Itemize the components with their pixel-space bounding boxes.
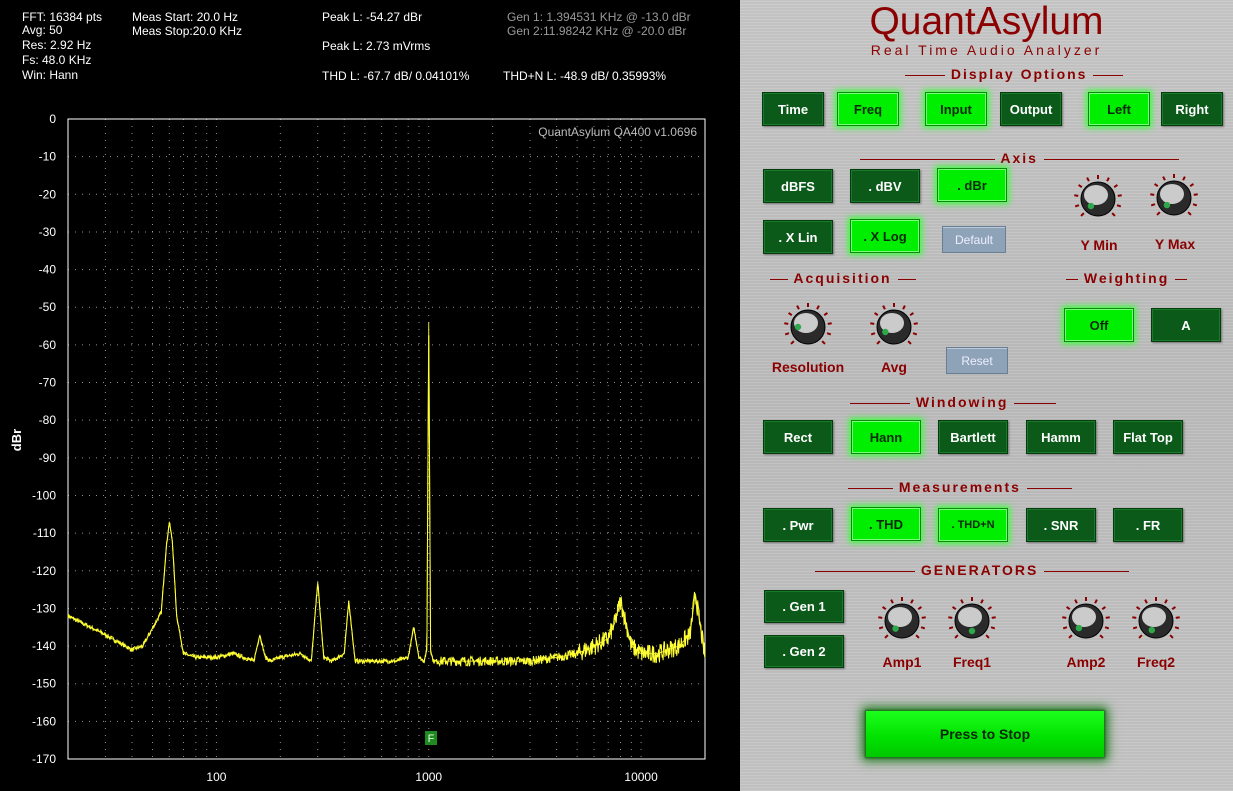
- y-min-label: Y Min: [1080, 237, 1118, 253]
- y-tick-label: -70: [39, 376, 57, 390]
- reset-button[interactable]: Reset: [946, 347, 1008, 374]
- freq2-knob[interactable]: [1132, 597, 1180, 645]
- freq1-knob[interactable]: [948, 597, 996, 645]
- y-tick-label: -120: [32, 564, 56, 578]
- section-axis: Axis: [860, 150, 1179, 166]
- weighting-off-button[interactable]: Off: [1064, 308, 1134, 342]
- y-tick-label: -20: [39, 187, 57, 201]
- left-channel-button[interactable]: Left: [1088, 92, 1150, 126]
- section-measurements: Measurements: [848, 479, 1072, 495]
- freq-button[interactable]: Freq: [837, 92, 899, 126]
- default-button[interactable]: Default: [942, 226, 1006, 253]
- y-tick-label: -50: [39, 300, 57, 314]
- spectrum-trace: [67, 335, 706, 668]
- window-flattop-button[interactable]: Flat Top: [1113, 420, 1183, 454]
- x-log-button[interactable]: . X Log: [850, 219, 920, 253]
- y-tick-label: 0: [49, 112, 56, 126]
- control-panel: QuantAsylum Real Time Audio Analyzer Dis…: [740, 0, 1233, 791]
- y-tick-label: -140: [32, 639, 56, 653]
- section-display-options: Display Options: [905, 66, 1124, 82]
- app-title: QuantAsylum: [869, 0, 1104, 43]
- y-tick-label: -160: [32, 714, 56, 728]
- y-tick-label: -110: [33, 526, 56, 540]
- measure-thdn-button[interactable]: . THD+N: [938, 508, 1008, 542]
- section-title: Weighting: [1083, 270, 1170, 286]
- section-title: Measurements: [898, 479, 1021, 495]
- section-title: Display Options: [950, 66, 1088, 82]
- window-bartlett-button[interactable]: Bartlett: [938, 420, 1008, 454]
- input-button[interactable]: Input: [925, 92, 987, 126]
- output-button[interactable]: Output: [1000, 92, 1062, 126]
- y-tick-label: -90: [39, 451, 57, 465]
- x-tick-label: 100: [206, 770, 226, 784]
- y-axis-ticks: 0 -10 -20 -30 -40 -50 -60 -70 -80 -90 -100 -110 -120…: [32, 112, 56, 766]
- frequency-marker[interactable]: F: [425, 731, 437, 745]
- marker-label: F: [428, 733, 435, 745]
- resolution-label: Resolution: [771, 359, 845, 375]
- y-tick-label: -60: [39, 338, 57, 352]
- spectrum-plot: QuantAsylum QA400 v1.0696 0 -10 -20 -30 -40 -…: [9, 112, 706, 784]
- resolution-knob[interactable]: [784, 303, 832, 351]
- gen1-button[interactable]: . Gen 1: [764, 590, 844, 623]
- freq1-label: Freq1: [952, 654, 992, 670]
- y-tick-label: -150: [32, 677, 56, 691]
- x-tick-label: 1000: [415, 770, 442, 784]
- section-generators: GENERATORS: [815, 562, 1130, 578]
- measure-thd-button[interactable]: . THD: [851, 507, 921, 541]
- dbfs-button[interactable]: dBFS: [763, 169, 833, 203]
- amp2-label: Amp2: [1066, 654, 1106, 670]
- y-tick-label: -10: [39, 150, 57, 164]
- amp1-label: Amp1: [882, 654, 922, 670]
- right-channel-button[interactable]: Right: [1161, 92, 1223, 126]
- plot-frame: [67, 118, 706, 760]
- app-subtitle: Real Time Audio Analyzer: [870, 42, 1103, 58]
- amp2-knob[interactable]: [1062, 597, 1110, 645]
- y-tick-label: -30: [39, 225, 57, 239]
- time-button[interactable]: Time: [762, 92, 824, 126]
- section-windowing: Windowing: [850, 394, 1057, 410]
- window-rect-button[interactable]: Rect: [763, 420, 833, 454]
- weighting-a-button[interactable]: A: [1151, 308, 1221, 342]
- y-tick-label: -40: [39, 263, 57, 277]
- avg-label: Avg: [881, 359, 907, 375]
- avg-knob[interactable]: [870, 303, 918, 351]
- press-to-stop-button[interactable]: Press to Stop: [866, 711, 1104, 757]
- section-title: GENERATORS: [920, 562, 1039, 578]
- freq2-label: Freq2: [1136, 654, 1176, 670]
- x-tick-label: 10000: [624, 770, 658, 784]
- plot-watermark: QuantAsylum QA400 v1.0696: [538, 125, 697, 139]
- section-weighting: Weighting: [1066, 270, 1188, 286]
- window-hann-button[interactable]: Hann: [851, 420, 921, 454]
- spectrum-trace-peaks: [67, 322, 706, 663]
- plot-grid: [68, 119, 705, 759]
- dbr-button[interactable]: . dBr: [937, 168, 1007, 202]
- measure-pwr-button[interactable]: . Pwr: [763, 508, 833, 542]
- y-tick-label: -100: [32, 488, 56, 502]
- amp1-knob[interactable]: [878, 597, 926, 645]
- y-tick-label: -80: [39, 413, 57, 427]
- y-max-knob[interactable]: [1150, 174, 1198, 222]
- y-max-label: Y Max: [1154, 236, 1196, 252]
- x-axis-ticks: 100 1000 10000: [206, 770, 658, 784]
- section-title: Acquisition: [793, 270, 892, 286]
- section-title: Axis: [1000, 150, 1038, 166]
- dbv-button[interactable]: . dBV: [850, 169, 920, 203]
- window-hamm-button[interactable]: Hamm: [1026, 420, 1096, 454]
- gen2-button[interactable]: . Gen 2: [764, 635, 844, 668]
- section-acquisition: Acquisition: [770, 270, 916, 286]
- measure-snr-button[interactable]: . SNR: [1026, 508, 1096, 542]
- y-axis-label: dBr: [9, 429, 24, 451]
- section-title: Windowing: [915, 394, 1009, 410]
- measure-fr-button[interactable]: . FR: [1113, 508, 1183, 542]
- x-lin-button[interactable]: . X Lin: [763, 220, 833, 254]
- y-tick-label: -130: [32, 601, 56, 615]
- y-tick-label: -170: [32, 752, 56, 766]
- spectrum-display: FFT: 16384 pts Avg: 50 Res: 2.92 Hz Fs: …: [0, 0, 740, 791]
- y-min-knob[interactable]: [1074, 175, 1122, 223]
